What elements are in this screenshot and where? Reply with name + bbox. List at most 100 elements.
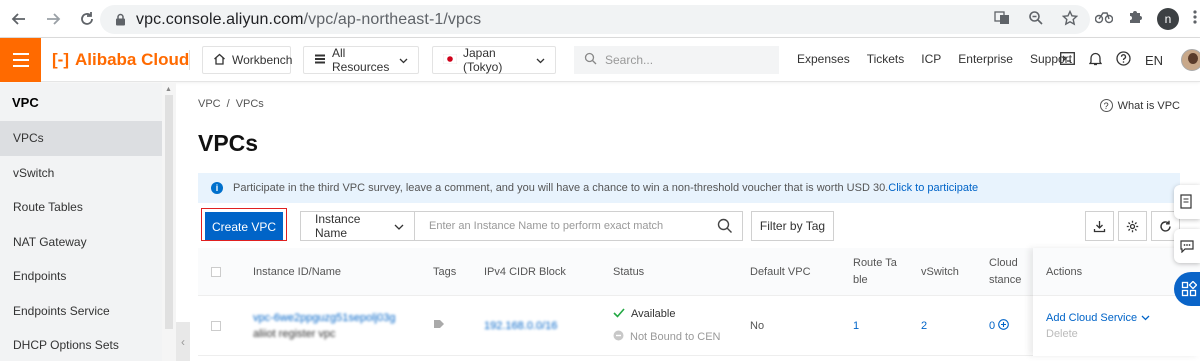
zoom-icon[interactable] bbox=[1028, 10, 1044, 30]
search-icon[interactable] bbox=[708, 212, 742, 240]
col-instance-id[interactable]: Instance ID/Name bbox=[253, 266, 433, 278]
instance-search-input[interactable]: Enter an Instance Name to perform exact … bbox=[415, 212, 708, 240]
address-bar[interactable]: vpc.console.aliyun.com/vpc/ap-northeast-… bbox=[100, 5, 1090, 34]
add-circle-icon[interactable] bbox=[998, 318, 1009, 333]
menu-hamburger-icon[interactable] bbox=[0, 38, 41, 82]
browser-menu-icon[interactable] bbox=[1193, 9, 1197, 30]
instance-id-cell: vpc-6we2ppguzg51sepolj03g aliiot registe… bbox=[253, 312, 433, 340]
scroll-up-arrow-icon[interactable]: ▲ bbox=[165, 86, 172, 93]
breadcrumb-separator: / bbox=[226, 98, 230, 110]
col-route-table: Route Ta ble bbox=[853, 255, 921, 289]
highlight-box bbox=[201, 208, 287, 241]
default-vpc-value: No bbox=[750, 319, 765, 332]
alibaba-cloud-logo[interactable]: [-] Alibaba Cloud bbox=[52, 50, 189, 70]
user-avatar[interactable] bbox=[1181, 49, 1200, 71]
sidebar-scrollbar[interactable]: ▲ bbox=[162, 83, 176, 361]
tag-icon[interactable] bbox=[433, 319, 484, 332]
chevron-down-icon bbox=[1141, 312, 1150, 324]
row-checkbox[interactable] bbox=[211, 320, 221, 331]
col-cidr: IPv4 CIDR Block bbox=[484, 265, 566, 278]
cloud-instance-cell: 0 bbox=[989, 318, 1029, 333]
profile-avatar[interactable]: n bbox=[1157, 8, 1179, 30]
minus-circle-icon bbox=[613, 330, 624, 344]
back-icon[interactable] bbox=[8, 8, 30, 30]
sidebar-item-dhcp-options-sets[interactable]: DHCP Options Sets bbox=[0, 328, 162, 363]
translate-icon[interactable] bbox=[994, 10, 1010, 30]
apps-grid-icon[interactable] bbox=[1174, 272, 1200, 306]
what-is-vpc-label: What is VPC bbox=[1117, 99, 1180, 112]
select-all-checkbox[interactable] bbox=[211, 266, 221, 277]
sidebar-item-endpoints[interactable]: Endpoints bbox=[0, 259, 162, 294]
notice-link[interactable]: Click to participate bbox=[888, 182, 978, 194]
japan-flag-icon bbox=[442, 53, 458, 67]
sidebar-item-vswitch[interactable]: vSwitch bbox=[0, 156, 162, 191]
bookmark-star-icon[interactable] bbox=[1061, 9, 1079, 30]
browser-toolbar: vpc.console.aliyun.com/vpc/ap-northeast-… bbox=[0, 0, 1200, 38]
chat-icon[interactable] bbox=[1174, 229, 1200, 263]
filter-field-select[interactable]: Instance Name bbox=[301, 212, 415, 240]
divider bbox=[189, 50, 190, 70]
cen-status-label: Not Bound to CEN bbox=[630, 330, 721, 343]
route-tables-link[interactable]: 1 bbox=[853, 320, 921, 332]
reload-icon[interactable] bbox=[76, 8, 98, 30]
instance-name: aliiot register vpc bbox=[253, 327, 336, 340]
scrollbar-thumb[interactable] bbox=[165, 95, 173, 329]
cloud-instance-count[interactable]: 0 bbox=[989, 320, 995, 332]
main-content: VPC / VPCs ? What is VPC VPCs i Particip… bbox=[183, 83, 1200, 361]
sidebar-item-endpoints-service[interactable]: Endpoints Service bbox=[0, 294, 162, 329]
breadcrumb-vpc[interactable]: VPC bbox=[198, 98, 221, 110]
bell-icon[interactable] bbox=[1088, 52, 1103, 69]
vswitches-link[interactable]: 2 bbox=[921, 320, 989, 332]
logo-mark: [-] bbox=[52, 50, 69, 69]
instance-id-link[interactable]: vpc-6we2ppguzg51sepolj03g bbox=[253, 312, 433, 324]
extensions-puzzle-icon[interactable] bbox=[1127, 9, 1143, 30]
sidebar-item-route-tables[interactable]: Route Tables bbox=[0, 190, 162, 225]
workbench-label: Workbench bbox=[232, 53, 293, 67]
check-icon bbox=[613, 307, 625, 321]
region-selector[interactable]: Japan (Tokyo) bbox=[432, 46, 556, 74]
chevron-down-icon bbox=[394, 219, 404, 233]
col-cloud-instance: Cloud stance bbox=[989, 255, 1029, 289]
sidebar-item-nat-gateway[interactable]: NAT Gateway bbox=[0, 225, 162, 260]
cidr-value[interactable]: 192.168.0.0/16 bbox=[484, 320, 613, 332]
question-icon: ? bbox=[1099, 99, 1113, 112]
survey-feedback-icon[interactable] bbox=[1174, 185, 1200, 219]
page-title: VPCs bbox=[198, 130, 259, 156]
enterprise-link[interactable]: Enterprise bbox=[958, 52, 1013, 66]
what-is-vpc-link[interactable]: ? What is VPC bbox=[1099, 99, 1180, 112]
list-toolbar: Create VPC Instance Name Enter an Instan… bbox=[198, 208, 1180, 241]
console-topbar: [-] Alibaba Cloud Workbench All Resource… bbox=[0, 38, 1200, 82]
tickets-link[interactable]: Tickets bbox=[867, 52, 905, 66]
home-icon bbox=[213, 53, 226, 68]
language-switch[interactable]: EN bbox=[1145, 53, 1163, 68]
status-label: Available bbox=[631, 308, 676, 320]
extension-bike-icon[interactable] bbox=[1094, 10, 1114, 29]
sidebar-title: VPC bbox=[12, 94, 39, 110]
forward-icon[interactable] bbox=[42, 8, 64, 30]
all-resources-dropdown[interactable]: All Resources bbox=[303, 46, 419, 74]
terminal-icon[interactable] bbox=[1060, 52, 1075, 68]
expenses-link[interactable]: Expenses bbox=[797, 52, 850, 66]
delete-action[interactable]: Delete bbox=[1046, 328, 1200, 340]
workbench-button[interactable]: Workbench bbox=[202, 46, 293, 74]
col-cloud-line1: Cloud bbox=[989, 256, 1018, 269]
sidebar-item-vpcs[interactable]: VPCs bbox=[0, 121, 162, 156]
breadcrumb-vpcs: VPCs bbox=[235, 98, 264, 110]
add-cloud-service-dropdown[interactable]: Add Cloud Service bbox=[1046, 312, 1200, 324]
url-path: /vpc/ap-northeast-1/vpcs bbox=[303, 10, 482, 28]
logo-text: Alibaba Cloud bbox=[74, 50, 190, 69]
filter-field-label: Instance Name bbox=[315, 212, 361, 240]
lock-icon bbox=[114, 13, 126, 27]
settings-gear-icon[interactable] bbox=[1118, 211, 1147, 241]
filter-by-tag-button[interactable]: Filter by Tag bbox=[751, 211, 834, 241]
icp-link[interactable]: ICP bbox=[921, 52, 941, 66]
breadcrumb: VPC / VPCs bbox=[198, 98, 264, 110]
global-search-input[interactable]: Search... bbox=[574, 46, 779, 74]
list-icon bbox=[314, 53, 326, 68]
instance-search-placeholder: Enter an Instance Name to perform exact … bbox=[429, 220, 664, 232]
search-placeholder: Search... bbox=[605, 53, 654, 67]
download-icon[interactable] bbox=[1085, 211, 1114, 241]
url-host: vpc.console.aliyun.com bbox=[136, 10, 304, 28]
help-icon[interactable] bbox=[1116, 51, 1131, 69]
notice-text: Participate in the third VPC survey, lea… bbox=[233, 182, 889, 194]
